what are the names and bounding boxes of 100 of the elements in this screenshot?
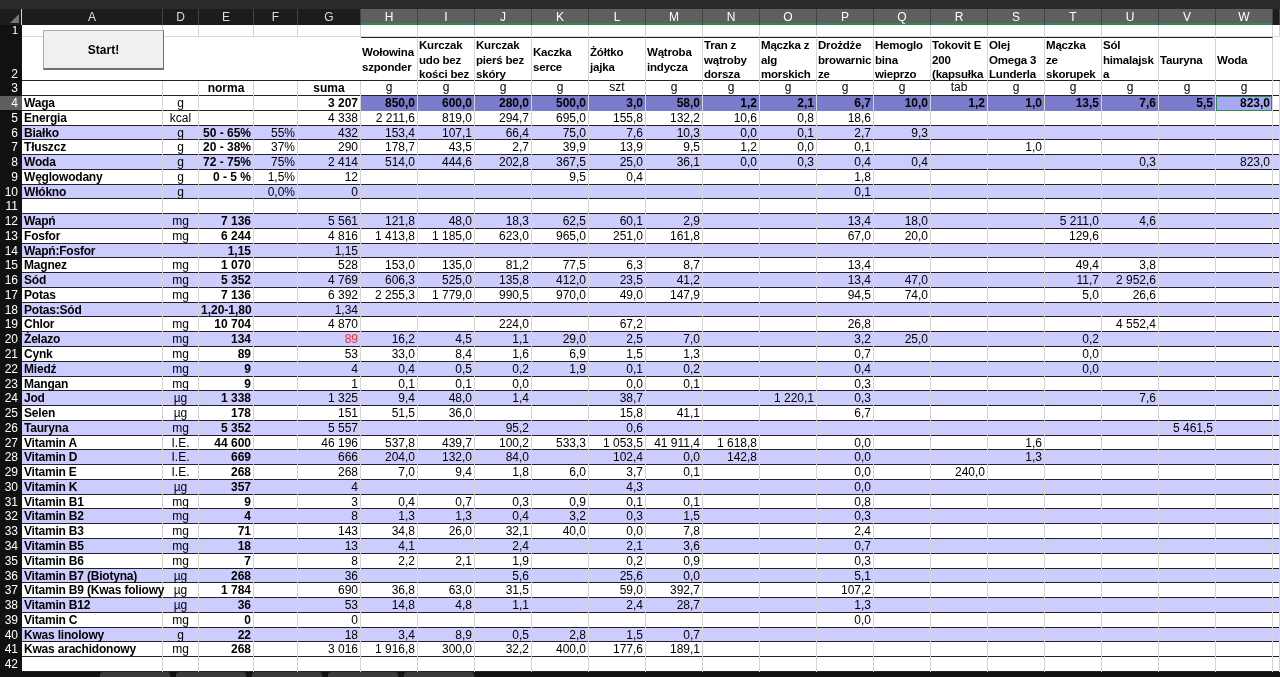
unit-label: g	[163, 627, 199, 643]
unit-label: g	[163, 184, 199, 200]
table-cell: 0,3	[817, 553, 874, 569]
table-cell: 32,2	[475, 642, 532, 658]
table-cell: 60,1	[589, 214, 646, 230]
row-label: Wapń:Fosfor	[22, 243, 163, 259]
column-header[interactable]: K	[532, 9, 589, 25]
unit-label: I.E.	[163, 450, 199, 466]
row-header[interactable]: 42	[0, 657, 22, 673]
table-cell: 5,1	[817, 568, 874, 584]
table-cell: 6 244	[199, 228, 254, 244]
table-cell: 2 255,3	[361, 287, 418, 303]
column-header[interactable]: S	[988, 9, 1045, 25]
column-title: Woda	[1216, 37, 1273, 82]
column-title: norma	[199, 81, 254, 96]
column-header[interactable]: J	[475, 9, 532, 25]
table-cell: 4	[199, 509, 254, 525]
row-header[interactable]: 12	[0, 214, 22, 230]
row-header[interactable]: 20	[0, 332, 22, 348]
table-cell: 0,2	[1045, 332, 1102, 348]
column-title: Tauryna	[1159, 37, 1216, 82]
table-cell: 300,0	[418, 642, 475, 658]
table-cell: 251,0	[589, 228, 646, 244]
row-header[interactable]: 1	[0, 25, 22, 37]
row-header[interactable]: 16	[0, 273, 22, 289]
row-label: Żelazo	[22, 332, 163, 348]
table-cell: 74,0	[874, 287, 931, 303]
row-header[interactable]: 37	[0, 583, 22, 599]
table-cell: 7,6	[1102, 391, 1159, 407]
table-cell: 11,7	[1045, 273, 1102, 289]
table-cell: 13	[298, 538, 361, 554]
table-cell: 4,6	[1102, 214, 1159, 230]
column-header[interactable]: T	[1045, 9, 1102, 25]
row-label: Kwas arachidonowy	[22, 642, 163, 658]
table-cell: 2 414	[298, 155, 361, 171]
table-cell: 0,5	[475, 627, 532, 643]
table-cell: 26,6	[1102, 287, 1159, 303]
row-header[interactable]: 28	[0, 450, 22, 466]
table-cell: 62,5	[532, 214, 589, 230]
column-header[interactable]: M	[646, 9, 703, 25]
table-cell: 75,0	[532, 125, 589, 141]
table-cell: 50 - 65%	[199, 125, 254, 141]
table-cell: 0,4	[475, 509, 532, 525]
table-cell: 1,3	[988, 450, 1045, 466]
table-cell: 53	[298, 598, 361, 614]
table-cell: 0,2	[646, 361, 703, 377]
table-cell: 47,0	[874, 273, 931, 289]
table-cell: 55%	[254, 125, 298, 141]
row-header[interactable]: 41	[0, 642, 22, 658]
table-cell: 0,7	[646, 627, 703, 643]
column-header[interactable]: P	[817, 9, 874, 25]
row-header[interactable]: 19	[0, 317, 22, 333]
column-header[interactable]: U	[1102, 9, 1159, 25]
row-header[interactable]: 25	[0, 406, 22, 422]
row-header[interactable]: 4	[0, 96, 22, 111]
unit-label: µg	[163, 568, 199, 584]
start-button[interactable]: Start!	[43, 30, 164, 70]
column-header[interactable]: V	[1159, 9, 1216, 25]
column-header[interactable]: R	[931, 9, 988, 25]
row-header[interactable]: 8	[0, 155, 22, 171]
table-cell: 0,3	[817, 391, 874, 407]
column-header[interactable]: Q	[874, 9, 931, 25]
column-header[interactable]: W	[1216, 9, 1273, 25]
table-cell: 2,1	[589, 538, 646, 554]
table-cell: 1,15	[298, 243, 361, 259]
row-header[interactable]: 21	[0, 347, 22, 362]
table-cell: 4,8	[418, 598, 475, 614]
row-header[interactable]: 38	[0, 598, 22, 614]
table-cell: 0,0	[817, 612, 874, 628]
column-header[interactable]: O	[760, 9, 817, 25]
row-header[interactable]: 3	[0, 81, 22, 96]
table-cell: 2,1	[418, 553, 475, 569]
row-header[interactable]: 32	[0, 509, 22, 525]
table-cell: 16,2	[361, 332, 418, 348]
row-header[interactable]: 7	[0, 140, 22, 156]
table-cell: 1 916,8	[361, 642, 418, 658]
row-header[interactable]: 33	[0, 524, 22, 540]
row-header[interactable]: 29	[0, 465, 22, 481]
row-header[interactable]: 24	[0, 391, 22, 407]
column-header[interactable]: I	[418, 9, 475, 25]
row-label: Vitamin B2	[22, 509, 163, 525]
column-header[interactable]: H	[361, 9, 418, 25]
table-cell: 9	[199, 361, 254, 377]
column-header[interactable]: L	[589, 9, 646, 25]
table-cell: 1,15	[199, 243, 254, 259]
column-header[interactable]: N	[703, 9, 760, 25]
table-cell: 135,8	[475, 273, 532, 289]
table-cell: 29,0	[532, 332, 589, 348]
unit-label: g	[163, 96, 199, 111]
table-cell: 0,4	[589, 169, 646, 185]
table-cell: 9,5	[532, 169, 589, 185]
table-cell: 0,6	[589, 420, 646, 436]
row-header[interactable]: 2	[0, 37, 22, 82]
table-cell: 4 769	[298, 273, 361, 289]
table-cell: 107,1	[418, 125, 475, 141]
row-header[interactable]: 11	[0, 199, 22, 215]
row-header[interactable]: 15	[0, 258, 22, 274]
table-cell: 606,3	[361, 273, 418, 289]
table-cell: 1,5	[646, 509, 703, 525]
table-cell: 5,0	[1045, 287, 1102, 303]
